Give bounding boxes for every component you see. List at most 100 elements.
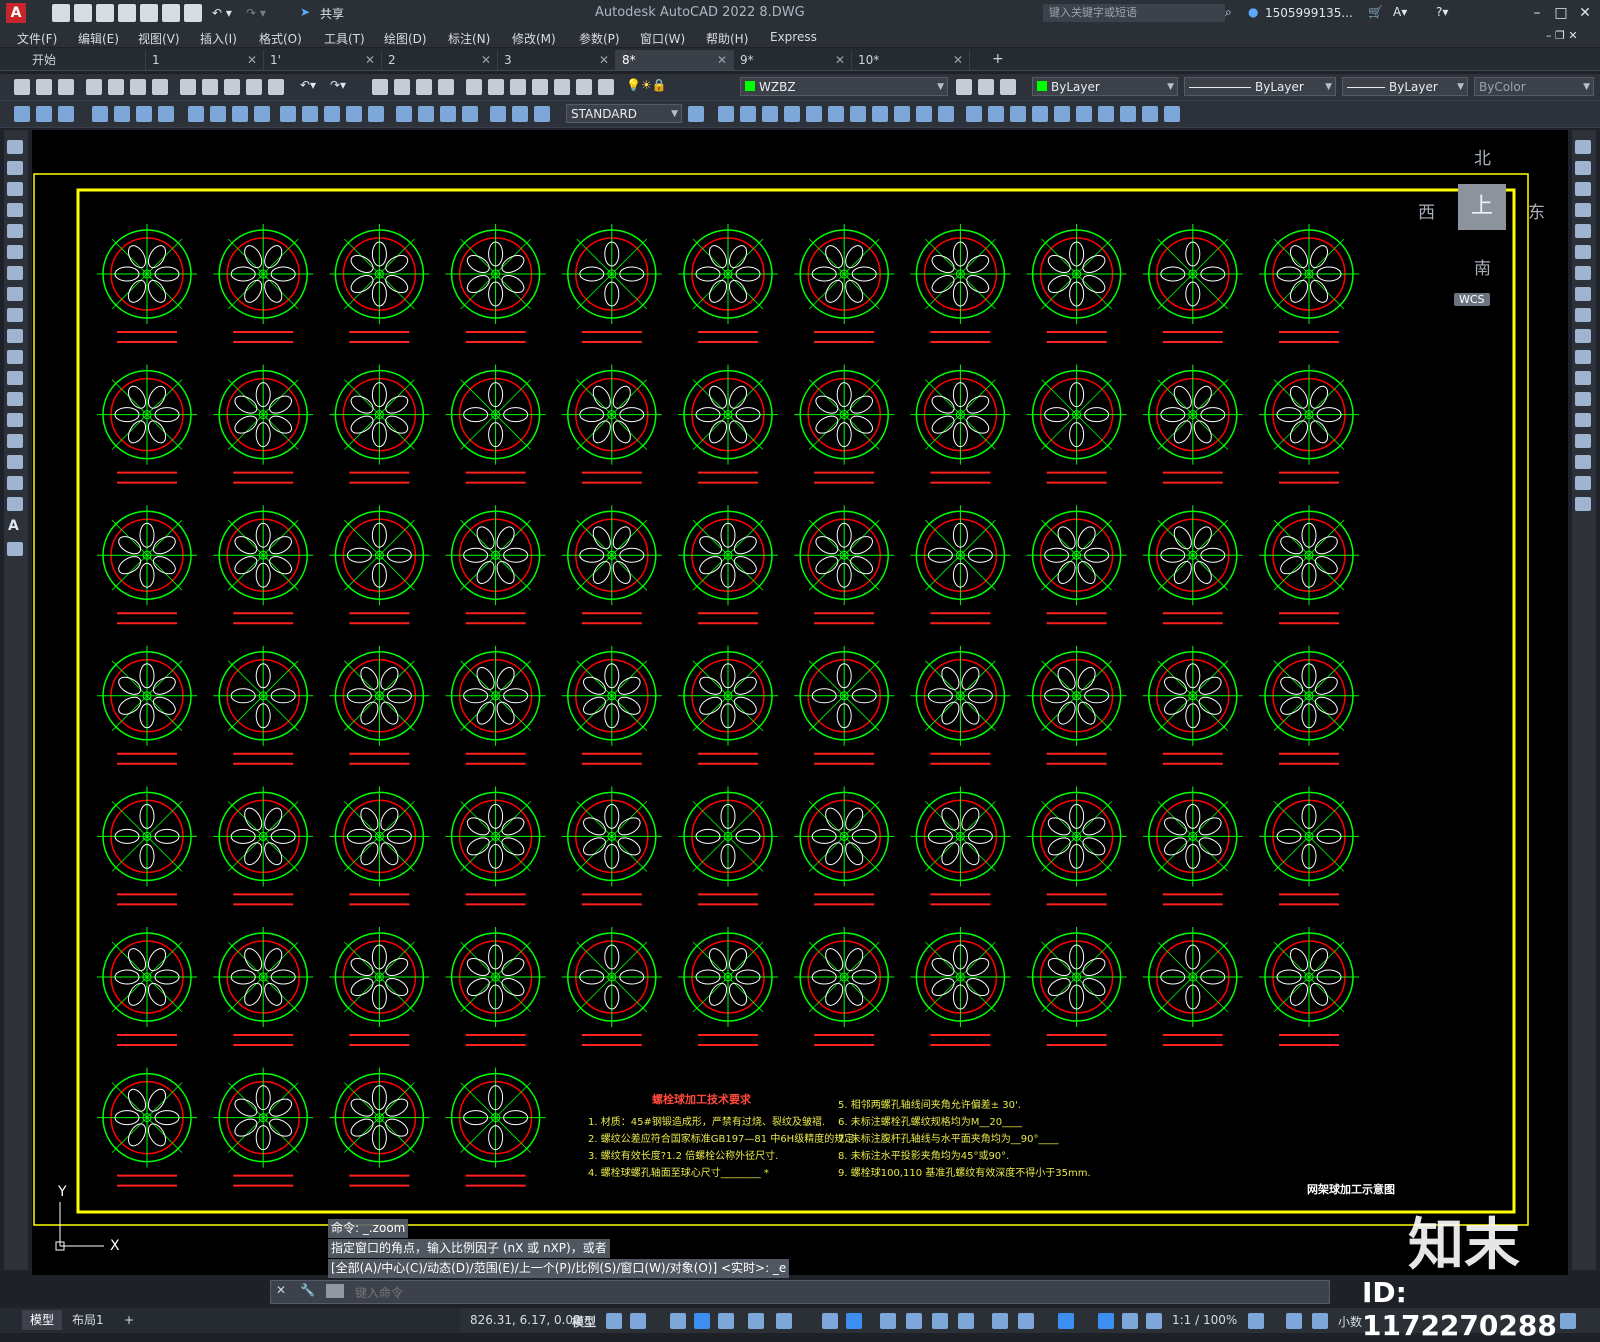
polar-tracking-icon[interactable] <box>718 1313 734 1329</box>
layer-walk-icon[interactable] <box>58 106 74 122</box>
annotation-visibility-icon[interactable] <box>1098 1313 1114 1329</box>
redo-icon[interactable]: ↷ ▾ <box>246 6 266 20</box>
tab-start[interactable]: 开始 <box>26 50 146 70</box>
layer-bulb-icon[interactable]: 💡☀🔒 <box>626 78 667 92</box>
ellipse-arc-icon[interactable] <box>7 350 23 364</box>
isometric-icon[interactable] <box>748 1313 764 1329</box>
tab-8[interactable]: 8* ✕ <box>616 50 734 70</box>
dimension-style-icon[interactable] <box>688 106 704 122</box>
thicken-icon[interactable] <box>1054 106 1070 122</box>
insert-block-icon[interactable] <box>7 371 23 385</box>
minimize-button[interactable]: – <box>1526 3 1548 23</box>
plot-preview-icon[interactable] <box>108 79 124 95</box>
markup-icon[interactable] <box>554 79 570 95</box>
menu-draw[interactable]: 绘图(D) <box>384 30 427 47</box>
mirror-icon[interactable] <box>1575 182 1591 196</box>
make-current-layer-icon[interactable] <box>978 79 994 95</box>
units-icon[interactable] <box>1312 1313 1328 1329</box>
sphere-icon[interactable] <box>784 106 800 122</box>
autodesk-a360-icon[interactable]: A▾ <box>1393 5 1407 19</box>
open-web-icon[interactable] <box>140 4 158 22</box>
tab-close-icon[interactable]: ✕ <box>717 50 727 70</box>
recent-commands-icon[interactable] <box>326 1284 344 1298</box>
tool-palettes-icon[interactable] <box>510 79 526 95</box>
help-icon[interactable]: ?▾ <box>1436 5 1448 19</box>
tab-10[interactable]: 10* ✕ <box>852 50 970 70</box>
menu-edit[interactable]: 编辑(E) <box>78 30 119 47</box>
coordinates-display[interactable]: 826.31, 6.17, 0.00 <box>470 1313 581 1327</box>
tab-2[interactable]: 2 ✕ <box>382 50 498 70</box>
torus-icon[interactable] <box>828 106 844 122</box>
tab-1[interactable]: 1 ✕ <box>146 50 264 70</box>
menu-window[interactable]: 窗口(W) <box>640 30 685 47</box>
menu-view[interactable]: 视图(V) <box>138 30 180 47</box>
box-icon[interactable] <box>718 106 734 122</box>
aligned-dimension-icon[interactable] <box>114 106 130 122</box>
wedge-icon[interactable] <box>740 106 756 122</box>
help-icon[interactable] <box>598 79 614 95</box>
selection-filter-icon[interactable] <box>1018 1313 1034 1329</box>
menu-parametric[interactable]: 参数(P) <box>579 30 620 47</box>
color-dropdown[interactable]: ByLayer ▼ <box>1032 77 1178 96</box>
layer-dropdown[interactable]: WZBZ ▼ <box>740 77 948 96</box>
ortho-icon[interactable] <box>694 1313 710 1329</box>
plotstyle-dropdown[interactable]: ByColor ▼ <box>1474 77 1594 96</box>
zoom-window-icon[interactable] <box>416 79 432 95</box>
break-at-point-icon[interactable] <box>1575 371 1591 385</box>
arc-length-icon[interactable] <box>136 106 152 122</box>
revision-cloud-icon[interactable] <box>7 287 23 301</box>
new-tab-button[interactable]: + <box>992 51 1004 67</box>
grid-icon[interactable] <box>606 1313 622 1329</box>
slice-icon[interactable] <box>1032 106 1048 122</box>
dimension-edit-icon[interactable] <box>490 106 506 122</box>
viewcube-top-face[interactable]: 上 <box>1458 184 1506 230</box>
object-snap-tracking-icon[interactable] <box>776 1313 792 1329</box>
match-properties-icon[interactable] <box>246 79 262 95</box>
autocad-logo-icon[interactable]: A <box>6 3 26 23</box>
dimension-update-icon[interactable] <box>534 106 550 122</box>
undo-icon[interactable]: ↶▾ <box>300 78 316 92</box>
viewcube-west[interactable]: 西 <box>1418 198 1435 223</box>
dynamic-ucs-icon[interactable] <box>846 1313 862 1329</box>
tab-close-icon[interactable]: ✕ <box>953 50 963 70</box>
workspace-icon[interactable] <box>14 106 30 122</box>
make-block-icon[interactable] <box>7 392 23 406</box>
tab-close-icon[interactable]: ✕ <box>835 50 845 70</box>
tab-close-icon[interactable]: ✕ <box>247 50 257 70</box>
tolerance-icon[interactable] <box>396 106 412 122</box>
lineweight-icon[interactable] <box>880 1313 896 1329</box>
center-mark-icon[interactable] <box>418 106 434 122</box>
layer-states-icon[interactable] <box>36 106 52 122</box>
tab-1-prime[interactable]: 1' ✕ <box>264 50 382 70</box>
auto-scale-icon[interactable] <box>1122 1313 1138 1329</box>
3d-osnap-icon[interactable] <box>958 1313 974 1329</box>
quick-dimension-icon[interactable] <box>280 106 296 122</box>
menu-tools[interactable]: 工具(T) <box>324 30 365 47</box>
rectangle-icon[interactable] <box>7 224 23 238</box>
pan-icon[interactable] <box>372 79 388 95</box>
cone-icon[interactable] <box>762 106 778 122</box>
hatch-icon[interactable] <box>7 434 23 448</box>
jogged-linear-icon[interactable] <box>462 106 478 122</box>
wcs-menu[interactable]: WCS <box>1454 293 1490 306</box>
plus-icon[interactable] <box>1286 1313 1302 1329</box>
redo-icon[interactable]: ↷▾ <box>330 78 346 92</box>
line-icon[interactable] <box>7 140 23 154</box>
share-icon[interactable]: ➤ <box>300 5 310 19</box>
revolve-icon[interactable] <box>916 106 932 122</box>
copy-object-icon[interactable] <box>1575 161 1591 175</box>
3d-dwf-icon[interactable] <box>152 79 168 95</box>
user-account[interactable]: 1505999135... <box>1265 6 1353 20</box>
save-web-icon[interactable] <box>162 4 180 22</box>
open-icon[interactable] <box>36 79 52 95</box>
transparency-icon[interactable] <box>906 1313 922 1329</box>
jogged-dimension-icon[interactable] <box>210 106 226 122</box>
snap-icon[interactable] <box>630 1313 646 1329</box>
linear-dimension-icon[interactable] <box>92 106 108 122</box>
angular-dimension-icon[interactable] <box>254 106 270 122</box>
annotation-scale-icon[interactable] <box>1146 1313 1162 1329</box>
3d-rotate-icon[interactable] <box>1142 106 1158 122</box>
offset-icon[interactable] <box>1575 203 1591 217</box>
explode-icon[interactable] <box>1575 497 1591 511</box>
search-icon[interactable]: ⌕ <box>1225 5 1232 20</box>
